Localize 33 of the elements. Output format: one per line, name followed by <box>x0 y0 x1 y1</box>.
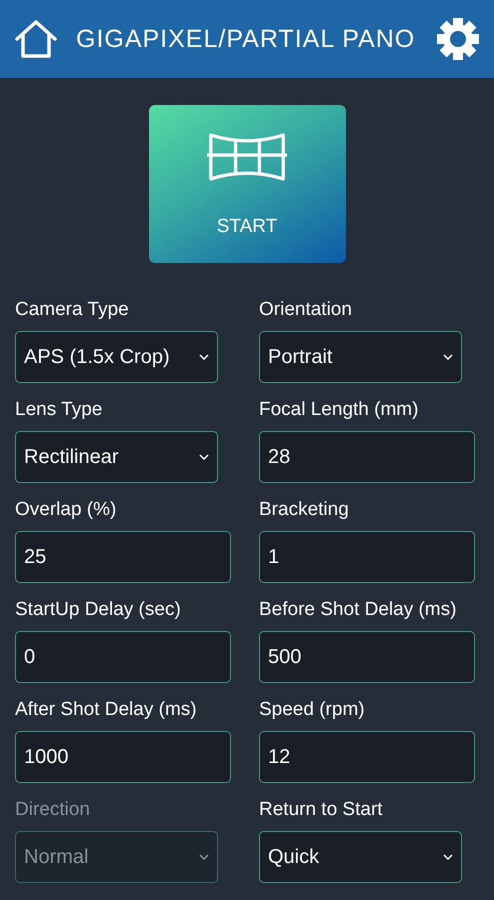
panorama-icon <box>207 131 287 183</box>
caret-icon <box>199 854 209 860</box>
field-label: Lens Type <box>15 398 104 422</box>
input-field[interactable]: 1 <box>259 531 475 583</box>
field-label: Return to Start <box>259 798 384 822</box>
dropdown[interactable]: Rectilinear <box>15 431 218 483</box>
field-label: Direction <box>15 798 91 822</box>
input-field[interactable]: 28 <box>259 431 475 483</box>
field-label: Orientation <box>259 298 353 322</box>
input-field[interactable]: 500 <box>259 631 475 683</box>
start-button[interactable]: START <box>148 105 346 263</box>
field-label: StartUp Delay (sec) <box>15 598 182 622</box>
settings-icon[interactable] <box>436 17 480 61</box>
field-label: After Shot Delay (ms) <box>15 698 198 722</box>
input-field[interactable]: 12 <box>259 731 475 783</box>
field-label: Before Shot Delay (ms) <box>259 598 458 622</box>
input-field[interactable]: 0 <box>15 631 231 683</box>
dropdown[interactable]: APS (1.5x Crop) <box>15 331 218 383</box>
caret-icon <box>199 454 209 460</box>
dropdown[interactable]: Quick <box>259 831 462 883</box>
field-label: Speed (rpm) <box>259 698 366 722</box>
home-icon[interactable] <box>14 19 58 59</box>
input-field[interactable]: 25 <box>15 531 231 583</box>
field-label: Focal Length (mm) <box>259 398 420 422</box>
field-label: Camera Type <box>15 298 130 322</box>
dropdown[interactable]: Portrait <box>259 331 462 383</box>
field-label: Bracketing <box>259 498 350 522</box>
caret-icon <box>199 354 209 360</box>
page-title: GIGAPIXEL/PARTIAL PANO <box>76 24 416 54</box>
caret-icon <box>443 354 453 360</box>
input-field[interactable]: 1000 <box>15 731 231 783</box>
caret-icon <box>443 854 453 860</box>
field-label: Overlap (%) <box>15 498 118 522</box>
